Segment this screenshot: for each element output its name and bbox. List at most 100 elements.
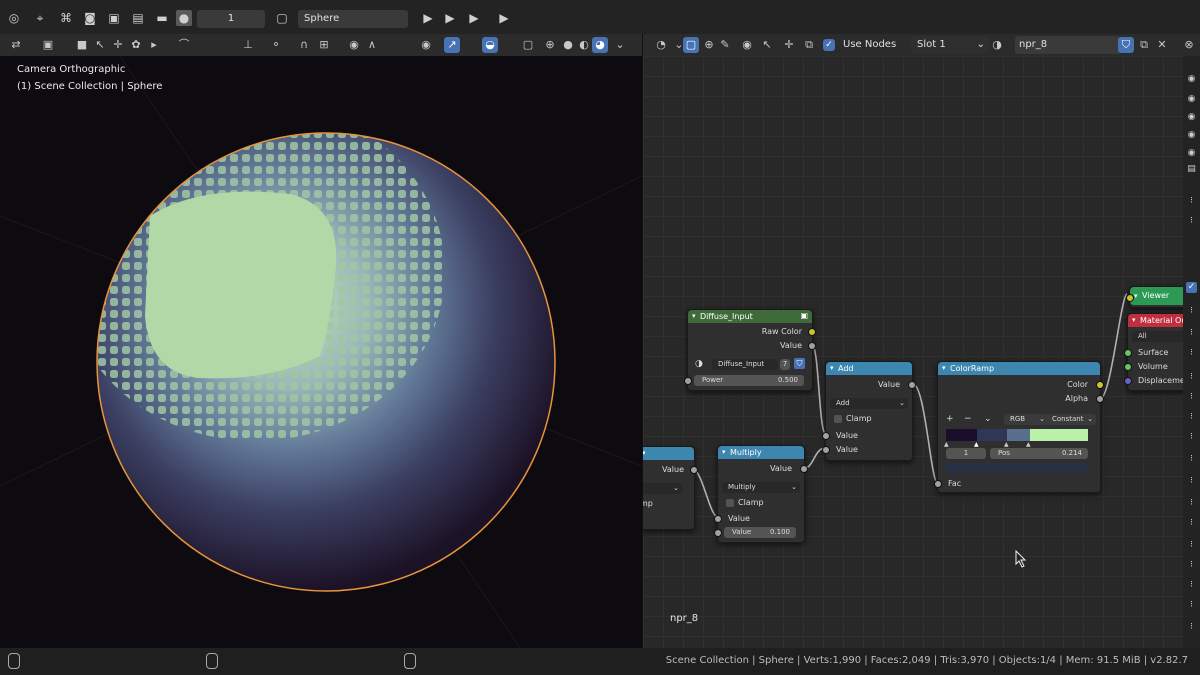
- input-socket[interactable]: [714, 529, 722, 537]
- group-icon[interactable]: ▣: [800, 311, 808, 320]
- socket-icon[interactable]: ⁝: [1186, 600, 1197, 611]
- socket-icon[interactable]: ⁝: [1186, 580, 1197, 591]
- input-socket[interactable]: [1124, 363, 1132, 371]
- editor-type-icon[interactable]: ◔: [653, 37, 669, 53]
- socket-icon[interactable]: ⁝: [1186, 432, 1197, 443]
- tool-icon[interactable]: ▤: [1186, 164, 1197, 175]
- checkbox-icon[interactable]: ✓: [1186, 282, 1197, 293]
- render-icon[interactable]: ▣: [106, 10, 122, 26]
- color-mode-dropdown[interactable]: RGB ⌄: [1004, 414, 1048, 425]
- proportional-icon[interactable]: ◉: [346, 37, 362, 53]
- graph-icon[interactable]: ⌘: [58, 10, 74, 26]
- camera-icon[interactable]: ■: [74, 37, 90, 53]
- node-multiply[interactable]: Multiply Value Multiply ⌄ Clamp Value Va…: [714, 445, 808, 543]
- script-icon[interactable]: ▤: [130, 10, 146, 26]
- material-preview-icon[interactable]: ◐: [576, 37, 592, 53]
- play-icon[interactable]: ▶: [420, 10, 436, 26]
- output-socket[interactable]: [1096, 395, 1104, 403]
- chevron-down-icon[interactable]: ⌄: [612, 37, 628, 53]
- input-socket[interactable]: [1126, 294, 1134, 302]
- node-colorramp[interactable]: ColorRamp Color Alpha + − ⌄ RGB ⌄ Consta…: [934, 361, 1104, 493]
- node-add[interactable]: Add Value Add ⌄ Clamp Value Value: [822, 361, 916, 461]
- color-swatch[interactable]: [946, 463, 1088, 473]
- pivot-icon[interactable]: ⚬: [268, 37, 284, 53]
- stop-handle[interactable]: ▲: [1026, 441, 1031, 448]
- play-icon[interactable]: ▶: [466, 10, 482, 26]
- input-socket[interactable]: [822, 432, 830, 440]
- socket-icon[interactable]: ⁝: [1186, 372, 1197, 383]
- input-socket[interactable]: [1124, 377, 1132, 385]
- use-nodes-checkbox[interactable]: ✓: [823, 39, 835, 51]
- camera-icon[interactable]: ◙: [82, 10, 98, 26]
- eye-icon[interactable]: ◉: [1186, 148, 1197, 159]
- xray-icon[interactable]: ▢: [520, 37, 536, 53]
- chevron-down-icon[interactable]: ⌄: [984, 414, 992, 424]
- add-icon[interactable]: ✛: [781, 37, 797, 53]
- folder-icon[interactable]: ▬: [154, 10, 170, 26]
- input-socket[interactable]: [714, 515, 722, 523]
- wireframe-icon[interactable]: ⊕: [542, 37, 558, 53]
- stop-handle[interactable]: ▲: [944, 441, 949, 448]
- eye-icon[interactable]: ◉: [1186, 94, 1197, 105]
- eye-icon[interactable]: ◉: [1186, 74, 1197, 85]
- clamp-checkbox[interactable]: [726, 499, 734, 507]
- socket-icon[interactable]: ⁝: [1186, 540, 1197, 551]
- mode-icon[interactable]: ⌒: [176, 37, 192, 53]
- value-field[interactable]: Value 0.100: [724, 527, 796, 538]
- output-socket[interactable]: [808, 328, 816, 336]
- frame-field[interactable]: 1: [197, 10, 265, 28]
- output-socket[interactable]: [808, 342, 816, 350]
- socket-icon[interactable]: ⁝: [1186, 622, 1197, 633]
- target-dropdown[interactable]: All: [1132, 331, 1183, 342]
- rendered-icon[interactable]: ◕: [592, 37, 608, 53]
- overlay-icon[interactable]: ◒: [482, 37, 498, 53]
- pin-icon[interactable]: ⊗: [1181, 37, 1197, 53]
- shield-icon[interactable]: ⛉: [1118, 37, 1134, 53]
- socket-icon[interactable]: ⁝: [1186, 412, 1197, 423]
- eye-icon[interactable]: ◉: [418, 37, 434, 53]
- output-socket[interactable]: [690, 466, 698, 474]
- socket-icon[interactable]: ⁝: [1186, 560, 1197, 571]
- clamp-checkbox[interactable]: [834, 415, 842, 423]
- power-field[interactable]: Power 0.500: [694, 375, 804, 386]
- cursor-icon[interactable]: ⌖: [32, 10, 48, 26]
- select-icon[interactable]: ↖: [92, 37, 108, 53]
- pos-field[interactable]: Pos 0.214: [990, 448, 1088, 459]
- input-socket[interactable]: [934, 480, 942, 488]
- output-socket[interactable]: [908, 381, 916, 389]
- node-group-icon[interactable]: ◑: [695, 359, 703, 369]
- blender-icon[interactable]: ◎: [6, 10, 22, 26]
- socket-icon[interactable]: ⁝: [1186, 454, 1197, 465]
- solid-icon[interactable]: ●: [560, 37, 576, 53]
- color-ramp-bar[interactable]: [946, 429, 1088, 441]
- node-diffuse-input[interactable]: Diffuse_Input ▣ Raw Color Value ◑ Diffus…: [684, 309, 816, 391]
- brush-icon[interactable]: ✎: [717, 37, 733, 53]
- object-type-icon[interactable]: ▢: [274, 10, 290, 26]
- play-icon[interactable]: ▶: [442, 10, 458, 26]
- socket-icon[interactable]: ⁝: [1186, 348, 1197, 359]
- stop-handle[interactable]: ▲: [1004, 441, 1009, 448]
- operation-dropdown[interactable]: Multiply ⌄: [722, 482, 800, 493]
- output-socket[interactable]: [1096, 381, 1104, 389]
- add-stop-button[interactable]: +: [946, 414, 954, 424]
- output-socket[interactable]: [800, 465, 808, 473]
- input-socket[interactable]: [684, 377, 692, 385]
- socket-icon[interactable]: ⁝: [1186, 328, 1197, 339]
- input-socket[interactable]: [822, 446, 830, 454]
- play-icon[interactable]: ▶: [496, 10, 512, 26]
- node-editor[interactable]: Value ⌄ mp Diffuse_Input ▣ Raw Color Val…: [643, 56, 1183, 648]
- select-icon[interactable]: ↖: [759, 37, 775, 53]
- operation-dropdown[interactable]: ⌄: [643, 483, 682, 494]
- eye-icon[interactable]: ◉: [739, 37, 755, 53]
- group-name-field[interactable]: Diffuse_Input: [712, 359, 778, 370]
- node-material-output[interactable]: Material Out All Surface Volume Displace…: [1124, 313, 1183, 391]
- node-viewer[interactable]: Viewer: [1126, 286, 1183, 308]
- viewport-3d[interactable]: Camera Orthographic (1) Scene Collection…: [0, 56, 642, 648]
- play-icon[interactable]: ▸: [146, 37, 162, 53]
- object-icon[interactable]: ✿: [128, 37, 144, 53]
- stop-index-field[interactable]: 1: [946, 448, 986, 459]
- transform-icon[interactable]: ⇄: [8, 37, 24, 53]
- filter-icon[interactable]: ⁝: [1186, 196, 1197, 207]
- socket-icon[interactable]: ⁝: [1186, 306, 1197, 317]
- record-icon[interactable]: ●: [176, 10, 192, 26]
